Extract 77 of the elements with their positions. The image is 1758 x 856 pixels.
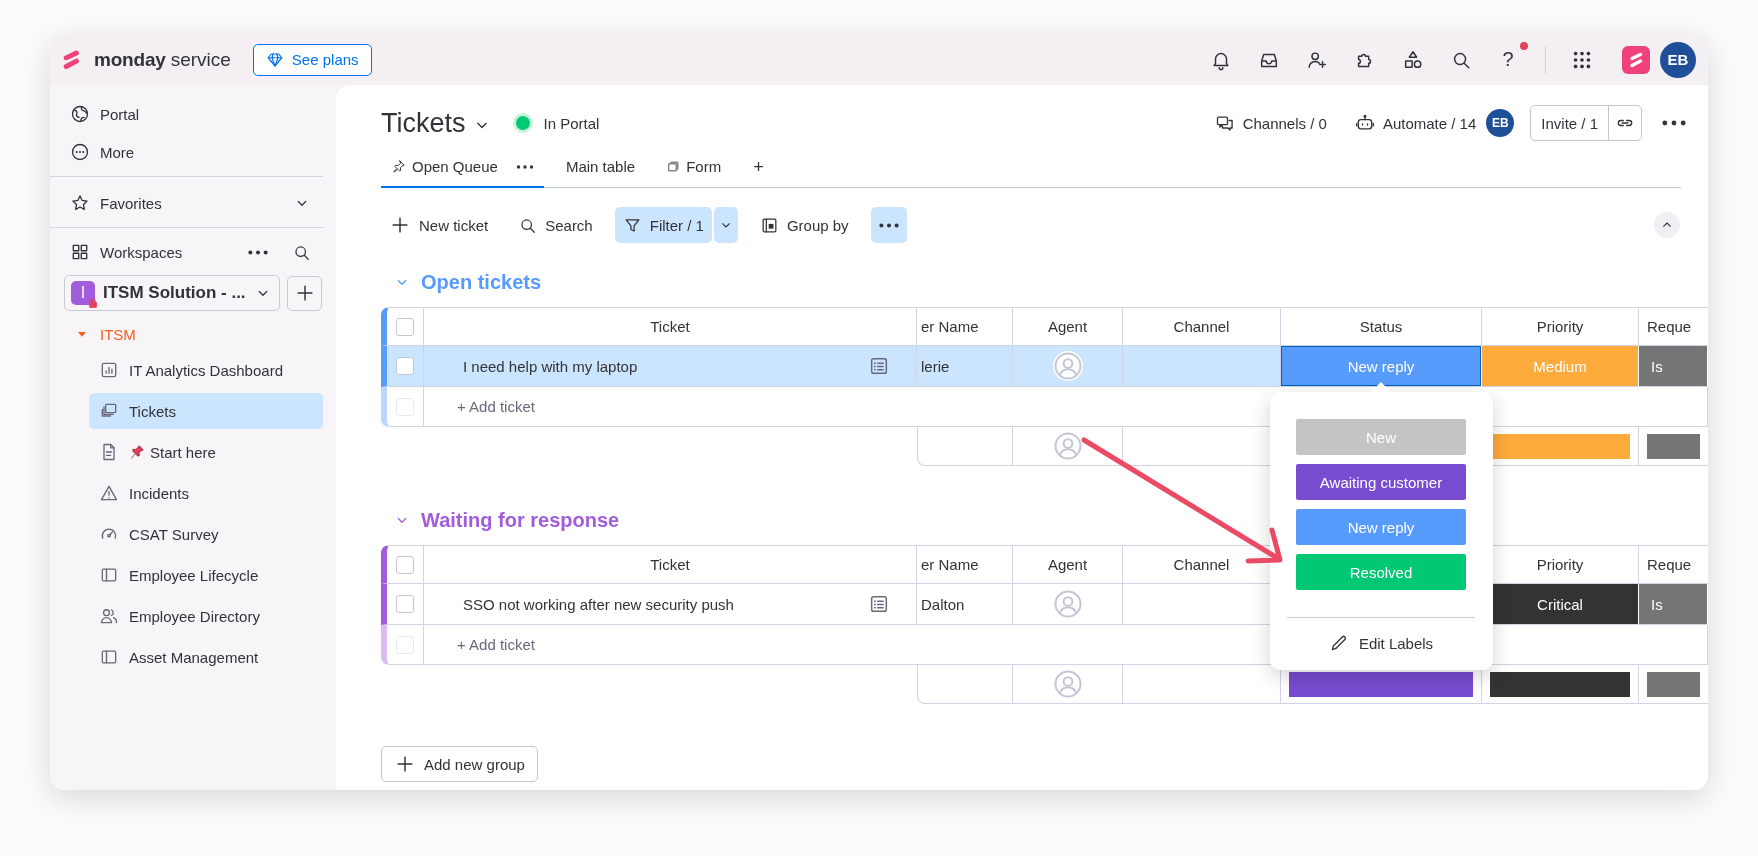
request-label[interactable]: Is [1639,584,1708,625]
workspace-badge: I [71,281,95,305]
globe-icon [70,104,90,124]
column-header[interactable]: er Name [917,545,1013,584]
warning-icon [99,483,119,503]
new-ticket-button[interactable]: New ticket [381,207,497,243]
column-header[interactable]: Ticket [424,545,917,584]
checkbox[interactable] [396,357,414,375]
checkbox[interactable] [396,317,414,336]
more-icon[interactable] [1662,120,1686,126]
robot-icon [1354,113,1375,133]
view-tab[interactable]: Main table [555,147,646,188]
column-header[interactable]: Ticket [424,307,917,346]
see-plans-button[interactable]: See plans [252,43,372,76]
sidebar-item[interactable]: Employee Lifecycle [89,557,323,593]
group-title[interactable]: Waiting for response [421,508,620,532]
checkbox[interactable] [396,595,414,613]
add-view-button[interactable]: + [743,147,774,187]
workspace-dropdown[interactable]: I ITSM Solution - ... [64,275,280,311]
workspaces-label: Workspaces [100,243,183,261]
ticket-name[interactable]: SSO not working after new security push [463,595,734,613]
request-label[interactable]: Is [1639,346,1708,387]
shapes-icon[interactable] [1402,48,1424,71]
more-icon [878,222,899,228]
checkbox[interactable] [396,555,414,574]
updates-icon[interactable] [868,593,890,615]
status-dot [515,116,530,130]
brand-name: monday [94,48,166,71]
sidebar-item[interactable]: Asset Management [89,639,323,675]
view-tab[interactable]: Open Queue [381,147,544,188]
sidebar-item[interactable]: Employee Directory [89,598,323,634]
sidebar-item[interactable]: Portal [50,95,323,133]
table-cell: lerie [917,346,1013,387]
favorites-item[interactable]: Favorites [50,184,323,222]
column-header[interactable]: Channel [1123,307,1281,346]
column-header[interactable]: Priority [1482,307,1639,346]
diamond-icon [265,50,284,69]
product-name: service [170,48,231,71]
add-group-button[interactable]: Add new group [381,746,538,782]
add-button[interactable] [287,275,322,311]
sidebar-item[interactable]: More [50,133,323,171]
edit-labels-button[interactable]: Edit Labels [1296,625,1466,661]
column-header[interactable]: Status [1281,307,1482,346]
filter-button[interactable]: Filter / 1 [614,207,712,243]
star-icon [70,193,90,213]
group-by-button[interactable]: Group by [751,207,857,243]
user-avatar[interactable]: EB [1486,109,1515,137]
more-button[interactable] [870,207,907,243]
channels-button[interactable]: Channels / 0 [1214,113,1327,133]
workspaces-icon [70,242,90,262]
sidebar-item[interactable]: Incidents [89,475,323,511]
more-icon[interactable] [248,249,268,255]
pin-icon [391,159,406,174]
app-logo[interactable] [1622,45,1650,74]
person-placeholder-icon [1052,669,1083,699]
sidebar-item[interactable]: IT Analytics Dashboard [89,352,323,388]
help-button[interactable]: ? [1497,48,1519,71]
view-tab[interactable]: Form [657,147,732,188]
form-icon [667,160,681,173]
ticket-name[interactable]: I need help with my laptop [463,357,638,375]
automate-button[interactable]: Automate / 14 [1354,113,1477,133]
people-icon [99,606,119,626]
status-option[interactable]: Awaiting customer [1296,464,1466,500]
dashboard-icon [99,360,119,380]
user-avatar[interactable]: EB [1660,41,1696,78]
column-header[interactable]: Agent [1013,545,1123,584]
person-placeholder-icon [1052,431,1083,461]
updates-icon[interactable] [868,355,890,377]
search-button[interactable]: Search [510,207,601,243]
sidebar-item[interactable]: CSAT Survey [89,516,323,552]
sidebar-item[interactable]: Tickets [89,393,323,429]
more-icon [70,142,90,162]
more-icon [515,164,534,169]
portal-status: In Portal [543,114,600,132]
table-cell: Dalton [917,584,1013,625]
board-title: Tickets [381,107,466,139]
sidebar-item[interactable]: Start here [89,434,323,470]
